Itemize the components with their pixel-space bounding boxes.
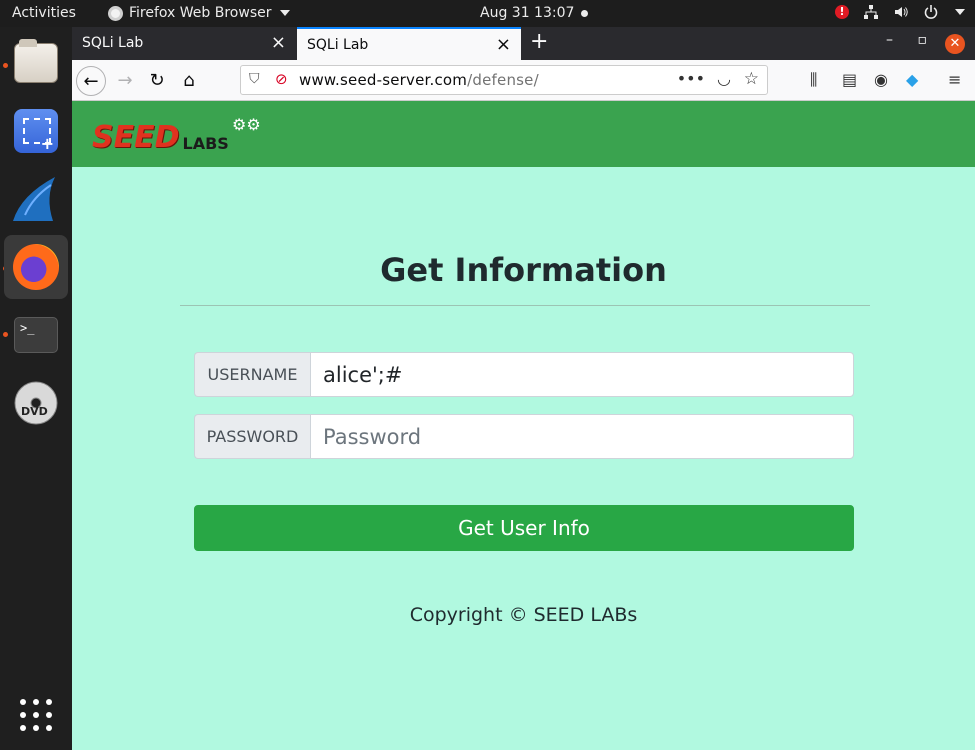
dock-files[interactable] <box>4 31 68 95</box>
library-icon[interactable]: ⫼ <box>810 70 817 90</box>
username-input[interactable] <box>310 352 854 397</box>
tab-title: SQLi Lab <box>307 37 369 53</box>
browser-tab[interactable]: SQLi Lab × <box>72 27 296 60</box>
web-page: SEED LABS ⚙⚙ Get Information USERNAME PA… <box>72 101 975 750</box>
firefox-icon <box>13 244 59 290</box>
url-text[interactable]: www.seed-server.com/defense/ <box>299 71 539 89</box>
system-tray[interactable]: ! <box>835 4 965 20</box>
insecure-lock-icon[interactable]: ⊘ <box>275 70 288 88</box>
username-label: USERNAME <box>194 352 310 397</box>
close-icon[interactable]: × <box>271 32 286 53</box>
alert-icon[interactable]: ! <box>835 5 849 19</box>
page-actions-icon[interactable]: ••• <box>677 69 705 88</box>
restore-icon[interactable]: ▫ <box>918 32 928 48</box>
page-title: Get Information <box>380 251 667 289</box>
tab-bar: SQLi Lab × SQLi Lab × + – ▫ ✕ <box>72 27 975 60</box>
get-user-info-button[interactable]: Get User Info <box>194 505 854 551</box>
app-menu[interactable]: Firefox Web Browser <box>108 5 290 21</box>
chevron-down-icon[interactable] <box>955 9 965 15</box>
dock-dvd[interactable]: DVD <box>4 371 68 435</box>
sidebar-icon[interactable]: ▤ <box>842 70 857 89</box>
password-label: PASSWORD <box>194 414 310 459</box>
nav-toolbar: ← → ↻ ⌂ ⛉ ⊘ www.seed-server.com/defense/… <box>72 60 975 101</box>
close-icon[interactable]: × <box>496 34 511 55</box>
dock: >_ DVD <box>0 27 72 750</box>
tracking-shield-icon[interactable]: ⛉ <box>249 71 260 87</box>
extension-icon[interactable]: ◆ <box>906 70 918 89</box>
wireshark-fin-icon <box>13 177 55 221</box>
reload-icon[interactable]: ↻ <box>142 66 172 96</box>
dock-wireshark[interactable] <box>4 167 68 231</box>
app-menu-label: Firefox Web Browser <box>129 5 272 21</box>
window-close-icon[interactable]: ✕ <box>945 34 965 54</box>
screenshot-icon <box>14 109 58 153</box>
url-bar[interactable]: ⛉ ⊘ www.seed-server.com/defense/ ••• ◡ ☆ <box>240 65 768 95</box>
home-icon[interactable]: ⌂ <box>174 66 204 96</box>
dock-terminal[interactable]: >_ <box>4 303 68 367</box>
browser-tab-selected[interactable]: SQLi Lab × <box>297 27 521 60</box>
bookmark-star-icon[interactable]: ☆ <box>744 69 759 89</box>
files-icon <box>14 39 58 83</box>
dock-screenshot[interactable] <box>4 99 68 163</box>
forward-arrow-icon[interactable]: → <box>110 66 140 96</box>
tab-title: SQLi Lab <box>82 35 144 51</box>
power-icon[interactable] <box>923 4 939 20</box>
site-header: SEED LABS ⚙⚙ <box>72 101 975 167</box>
account-icon[interactable]: ◉ <box>874 70 888 89</box>
volume-icon[interactable] <box>893 4 909 20</box>
network-icon[interactable] <box>863 4 879 20</box>
notification-dot-icon <box>581 10 588 17</box>
firefox-small-icon <box>108 5 123 21</box>
dvd-disc-icon: DVD <box>14 381 58 425</box>
username-group: USERNAME <box>194 352 854 397</box>
password-group: PASSWORD <box>194 414 854 459</box>
show-applications-icon[interactable] <box>20 699 52 731</box>
terminal-icon: >_ <box>14 317 58 353</box>
pocket-icon[interactable]: ◡ <box>717 69 731 88</box>
back-arrow-icon[interactable]: ← <box>76 66 106 96</box>
seed-labs-logo[interactable]: SEED LABS ⚙⚙ <box>92 115 261 155</box>
clock[interactable]: Aug 31 13:07 <box>480 5 574 21</box>
dock-firefox[interactable] <box>4 235 68 299</box>
password-input[interactable] <box>310 414 854 459</box>
hamburger-menu-icon[interactable]: ≡ <box>948 70 961 89</box>
divider <box>180 305 870 306</box>
svg-text:DVD: DVD <box>21 405 48 418</box>
new-tab-icon[interactable]: + <box>530 29 548 54</box>
system-top-bar: Activities Firefox Web Browser Aug 31 13… <box>0 0 975 27</box>
activities-button[interactable]: Activities <box>12 5 76 21</box>
copyright-text: Copyright © SEED LABs <box>409 604 638 626</box>
gears-icon: ⚙⚙ <box>232 115 261 134</box>
minimize-icon[interactable]: – <box>886 32 893 48</box>
chevron-down-icon <box>279 10 290 16</box>
